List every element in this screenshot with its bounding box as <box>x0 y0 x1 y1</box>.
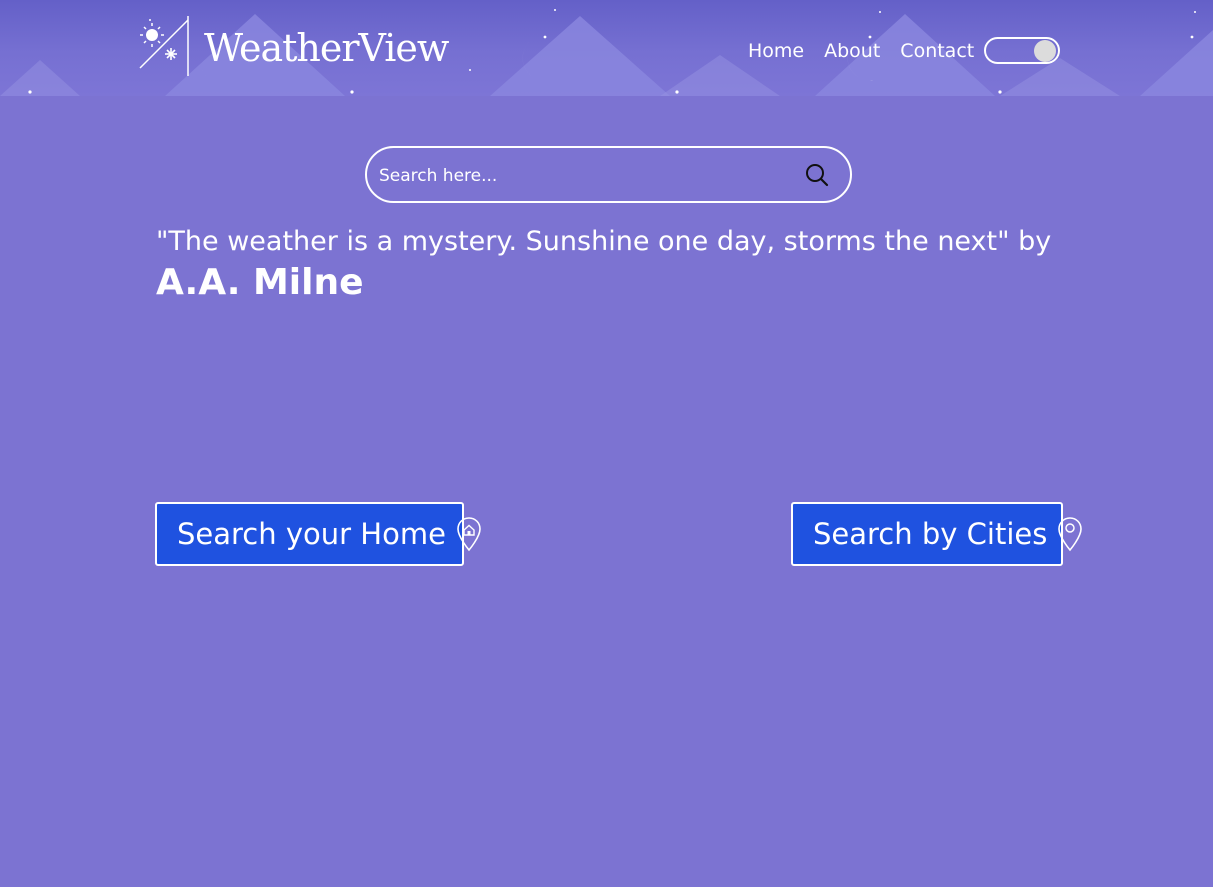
toggle-knob <box>1034 40 1056 62</box>
location-pin-icon <box>1058 517 1083 552</box>
search-icon[interactable] <box>805 163 829 187</box>
search-input[interactable] <box>377 159 781 193</box>
logo-text: WeatherView <box>204 26 449 70</box>
nav-about[interactable]: About <box>824 40 880 62</box>
site-header: WeatherView Home About Contact <box>0 0 1213 96</box>
nav-contact[interactable]: Contact <box>900 40 974 62</box>
search-home-button[interactable]: Search your Home <box>155 502 481 566</box>
theme-toggle[interactable] <box>984 37 1060 64</box>
search-cities-label: Search by Cities <box>813 517 1048 551</box>
search-cities-button[interactable]: Search by Cities <box>791 502 1083 566</box>
quote-author: A.A. Milne <box>156 262 364 303</box>
logo[interactable]: WeatherView <box>138 16 458 78</box>
home-pin-icon <box>457 517 481 552</box>
weather-quote: "The weather is a mystery. Sunshine one … <box>156 226 1052 257</box>
search-bar <box>365 146 852 203</box>
nav-home[interactable]: Home <box>748 40 804 62</box>
main-nav: Home About Contact <box>748 40 974 62</box>
weather-logo-icon <box>139 16 189 76</box>
search-home-label: Search your Home <box>177 517 446 551</box>
